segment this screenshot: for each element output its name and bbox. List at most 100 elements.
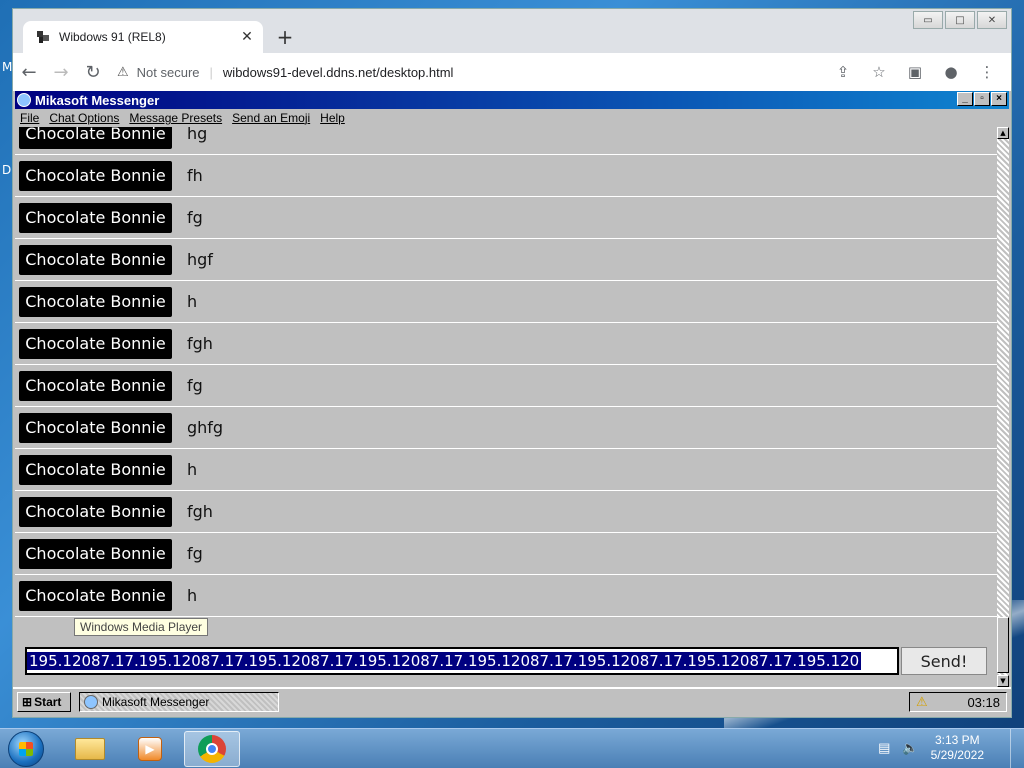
inner-taskbar: ⊞ Start Mikasoft Messenger ⚠ 03:18 <box>13 687 1011 715</box>
more-menu-icon[interactable]: ⋮ <box>969 63 1005 81</box>
sender-badge: Chocolate Bonnie <box>19 538 172 569</box>
windows-start-orb[interactable] <box>8 731 44 767</box>
chat-message-row: Chocolate Bonnie fgh <box>15 491 997 533</box>
messenger-icon <box>17 93 31 107</box>
minimize-window-button[interactable]: ▭ <box>913 11 943 29</box>
chat-message-row: Chocolate Bonnie fh <box>15 155 997 197</box>
menu-help[interactable]: Help <box>320 111 345 125</box>
inner-start-button[interactable]: ⊞ Start <box>17 692 71 712</box>
forward-arrow-icon[interactable]: → <box>45 56 77 88</box>
maximize-window-button[interactable]: □ <box>945 11 975 29</box>
side-panel-icon[interactable]: ▣ <box>897 63 933 81</box>
scroll-up-icon[interactable]: ▲ <box>997 127 1009 139</box>
share-icon[interactable]: ⇪ <box>825 63 861 81</box>
chat-scrollbar[interactable]: ▲ ▼ <box>997 127 1009 687</box>
menu-chat-options[interactable]: Chat Options <box>49 111 119 125</box>
chat-message-row: Chocolate Bonnie hg <box>15 127 997 155</box>
chrome-icon <box>198 735 226 763</box>
message-text: h <box>187 292 198 311</box>
messenger-minimize-button[interactable]: _ <box>957 92 973 106</box>
sender-badge: Chocolate Bonnie <box>19 244 172 275</box>
chat-message-row: Chocolate Bonnie fg <box>15 365 997 407</box>
message-text: h <box>187 586 198 605</box>
chat-message-row: Chocolate Bonnie fgh <box>15 323 997 365</box>
message-input[interactable]: 195.12087.17.195.12087.17.195.12087.17.1… <box>25 647 899 675</box>
taskbar-media-player[interactable]: ▶ <box>122 731 178 767</box>
taskbar-item-label: Mikasoft Messenger <box>102 695 210 709</box>
messenger-title: Mikasoft Messenger <box>35 92 160 108</box>
chat-message-row: Chocolate Bonnie hgf <box>15 239 997 281</box>
sender-badge: Chocolate Bonnie <box>19 370 172 401</box>
sender-badge: Chocolate Bonnie <box>19 412 172 443</box>
scrollbar-thumb[interactable] <box>997 617 1009 673</box>
bookmark-star-icon[interactable]: ☆ <box>861 63 897 81</box>
message-text: fg <box>187 544 203 563</box>
messenger-icon <box>84 695 98 709</box>
menu-send-emoji[interactable]: Send an Emoji <box>232 111 310 125</box>
sender-badge: Chocolate Bonnie <box>19 286 172 317</box>
scroll-down-icon[interactable]: ▼ <box>997 675 1009 687</box>
chat-message-row: Chocolate Bonnie fg <box>15 197 997 239</box>
address-bar[interactable]: ⚠ Not secure | wibdows91-devel.ddns.net/… <box>117 58 825 86</box>
sender-badge: Chocolate Bonnie <box>19 454 172 485</box>
address-separator: | <box>209 64 213 80</box>
show-desktop-button[interactable] <box>1010 729 1024 768</box>
message-text: fh <box>187 166 203 185</box>
sender-badge: Chocolate Bonnie <box>19 496 172 527</box>
desktop-icon-label-partial: M <box>2 60 13 74</box>
favicon-icon <box>37 31 49 43</box>
sender-badge: Chocolate Bonnie <box>19 127 172 149</box>
messenger-window-controls: _ ▫ × <box>956 92 1007 106</box>
tab-strip: Wibdows 91 (REL8) ✕ + ▭ □ ✕ <box>13 9 1011 53</box>
message-text: hgf <box>187 250 213 269</box>
chat-message-row: Chocolate Bonnie h <box>15 449 997 491</box>
tray-warning-icon[interactable]: ⚠ <box>916 694 928 710</box>
message-text: h <box>187 460 198 479</box>
system-clock[interactable]: 3:13 PM 5/29/2022 <box>931 733 984 763</box>
messenger-close-button[interactable]: × <box>991 92 1007 106</box>
sender-badge: Chocolate Bonnie <box>19 160 172 191</box>
reload-icon[interactable]: ↻ <box>77 56 109 88</box>
chat-message-row: Chocolate Bonnie h <box>15 281 997 323</box>
message-text: fgh <box>187 334 213 353</box>
chat-message-row: Chocolate Bonnie h <box>15 575 997 617</box>
new-tab-button[interactable]: + <box>275 25 295 49</box>
window-controls: ▭ □ ✕ <box>911 11 1007 29</box>
menu-file[interactable]: File <box>20 111 39 125</box>
message-text: fgh <box>187 502 213 521</box>
message-text: hg <box>187 127 208 143</box>
media-player-icon: ▶ <box>138 737 162 761</box>
warning-icon: ⚠ <box>117 64 129 79</box>
clock-time: 3:13 PM <box>934 733 980 747</box>
taskbar-explorer[interactable] <box>62 731 118 767</box>
network-icon[interactable]: ▤ <box>878 740 890 756</box>
menu-message-presets[interactable]: Message Presets <box>129 111 222 125</box>
browser-toolbar: ← → ↻ ⚠ Not secure | wibdows91-devel.ddn… <box>13 53 1011 91</box>
back-arrow-icon[interactable]: ← <box>13 56 45 88</box>
message-text: fg <box>187 208 203 227</box>
clock-date: 5/29/2022 <box>930 748 984 762</box>
send-button[interactable]: Send! <box>901 647 987 675</box>
messenger-menu-bar: File Chat Options Message Presets Send a… <box>15 109 1009 127</box>
messenger-title-bar: Mikasoft Messenger _ ▫ × <box>15 91 1009 109</box>
sender-badge: Chocolate Bonnie <box>19 580 172 611</box>
tab-title: Wibdows 91 (REL8) <box>59 30 166 44</box>
inner-system-tray: ⚠ 03:18 <box>909 692 1007 712</box>
windows-logo-icon: ⊞ <box>22 695 33 709</box>
close-tab-icon[interactable]: ✕ <box>239 29 255 45</box>
message-text: ghfg <box>187 418 224 437</box>
message-input-text: 195.12087.17.195.12087.17.195.12087.17.1… <box>27 652 862 670</box>
profile-avatar-icon[interactable]: ● <box>933 63 969 81</box>
message-text: fg <box>187 376 203 395</box>
volume-icon[interactable]: 🔈 <box>902 740 918 756</box>
taskbar-chrome[interactable] <box>184 731 240 767</box>
taskbar-item-messenger[interactable]: Mikasoft Messenger <box>79 692 279 712</box>
chat-log: Chocolate Bonnie hg Chocolate Bonnie fh Ch… <box>15 127 997 633</box>
windows-taskbar: ▶ ▤ 🔈 3:13 PM 5/29/2022 <box>0 728 1024 768</box>
browser-tab[interactable]: Wibdows 91 (REL8) ✕ <box>23 21 263 53</box>
messenger-restore-button[interactable]: ▫ <box>974 92 990 106</box>
sender-badge: Chocolate Bonnie <box>19 328 172 359</box>
chat-message-row: Chocolate Bonnie fg <box>15 533 997 575</box>
close-window-button[interactable]: ✕ <box>977 11 1007 29</box>
system-tray: ▤ 🔈 3:13 PM 5/29/2022 <box>878 733 984 763</box>
